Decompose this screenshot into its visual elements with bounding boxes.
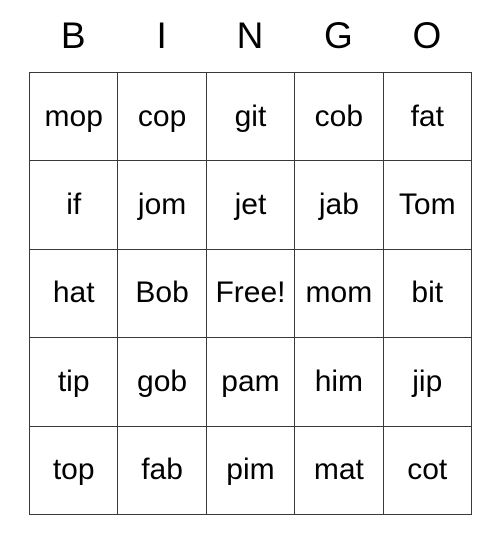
- bingo-card: B I N G O mop cop git cob fat if jom jet…: [28, 0, 472, 515]
- bingo-cell[interactable]: bit: [382, 248, 472, 339]
- bingo-cell[interactable]: jab: [294, 160, 384, 250]
- bingo-cell-free-space[interactable]: Free!: [205, 248, 296, 339]
- bingo-cell[interactable]: jet: [205, 160, 296, 250]
- bingo-row: if jom jet jab Tom: [28, 160, 472, 250]
- bingo-cell[interactable]: fat: [382, 71, 472, 162]
- bingo-cell[interactable]: pim: [205, 425, 296, 515]
- bingo-cell[interactable]: cob: [294, 71, 384, 162]
- bingo-cell[interactable]: him: [294, 337, 384, 427]
- bingo-row: mop cop git cob fat: [28, 71, 472, 162]
- bingo-header-letter-b: B: [60, 14, 86, 56]
- bingo-cell[interactable]: gob: [117, 337, 207, 427]
- bingo-row: top fab pim mat cot: [28, 425, 472, 515]
- bingo-row: hat Bob Free! mom bit: [28, 248, 472, 339]
- bingo-cell[interactable]: mop: [28, 71, 119, 162]
- bingo-cell[interactable]: jom: [117, 160, 207, 250]
- bingo-header-row: B I N G O: [29, 0, 471, 72]
- bingo-cell[interactable]: hat: [28, 248, 119, 339]
- bingo-cell[interactable]: pam: [205, 337, 296, 427]
- bingo-cell[interactable]: jip: [382, 337, 472, 427]
- bingo-cell[interactable]: if: [28, 160, 119, 250]
- bingo-header-letter-i: I: [156, 14, 167, 56]
- bingo-cell[interactable]: cop: [117, 71, 207, 162]
- bingo-cell[interactable]: Bob: [117, 248, 207, 339]
- bingo-cell[interactable]: mat: [294, 425, 384, 515]
- bingo-cell[interactable]: cot: [382, 425, 472, 515]
- bingo-cell[interactable]: top: [28, 425, 119, 515]
- bingo-header-letter-g: G: [324, 14, 353, 56]
- bingo-header-letter-n: N: [236, 14, 264, 56]
- bingo-grid: mop cop git cob fat if jom jet jab Tom h…: [28, 71, 472, 515]
- bingo-row: tip gob pam him jip: [28, 337, 472, 427]
- bingo-cell[interactable]: git: [205, 71, 296, 162]
- bingo-header-letter-o: O: [412, 14, 442, 56]
- bingo-cell[interactable]: Tom: [382, 160, 472, 250]
- bingo-cell[interactable]: tip: [28, 337, 119, 427]
- bingo-cell[interactable]: mom: [294, 248, 384, 339]
- bingo-cell[interactable]: fab: [117, 425, 207, 515]
